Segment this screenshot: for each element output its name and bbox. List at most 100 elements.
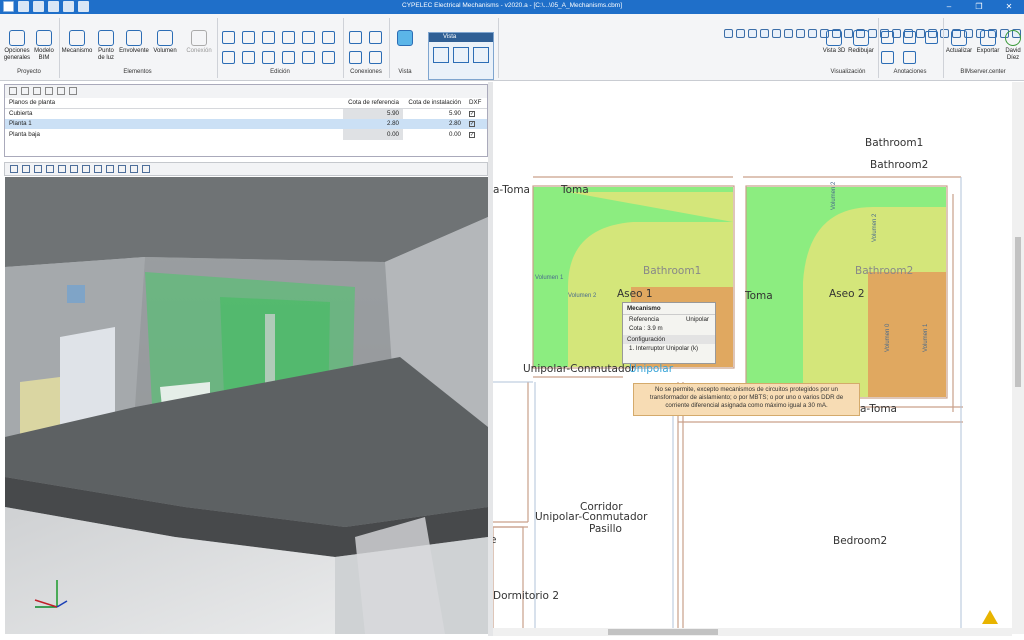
scroll-thumb[interactable]: [608, 629, 718, 635]
print-3d-icon[interactable]: [10, 165, 18, 173]
redibujar-button[interactable]: Redibujar: [847, 30, 875, 55]
col-header-dxf[interactable]: DXF: [465, 98, 487, 109]
stretch-icon[interactable]: [242, 51, 255, 64]
align-icon[interactable]: [322, 31, 335, 44]
maximize-button[interactable]: ❐: [964, 0, 994, 14]
opciones-generales-button[interactable]: Opciones generales: [2, 30, 32, 62]
edit-floor-icon[interactable]: [21, 87, 29, 95]
front-view-icon[interactable]: [82, 165, 90, 173]
connect-icon[interactable]: [349, 31, 362, 44]
axis-icon[interactable]: [34, 165, 42, 173]
floor-inst[interactable]: 5.90: [403, 108, 465, 119]
layers-3d-icon[interactable]: [22, 165, 30, 173]
annotation-icon[interactable]: [881, 31, 894, 44]
tool-icon[interactable]: [796, 29, 805, 38]
text-size-icon[interactable]: [881, 51, 894, 64]
tool-icon[interactable]: [808, 29, 817, 38]
tool-icon[interactable]: [772, 29, 781, 38]
mechanism-label[interactable]: Toma: [561, 184, 589, 196]
tool-icon[interactable]: [736, 29, 745, 38]
pan-icon[interactable]: [130, 165, 138, 173]
mechanism-label[interactable]: Unipolar-Conmutador: [535, 511, 647, 523]
orbit-icon[interactable]: [118, 165, 126, 173]
tool-icon[interactable]: [724, 29, 733, 38]
move-up-icon[interactable]: [57, 87, 65, 95]
scroll-thumb[interactable]: [1015, 237, 1021, 387]
group-conexiones: Conexiones: [350, 69, 382, 75]
dxf-checkbox[interactable]: ✓: [469, 111, 475, 117]
col-header-inst[interactable]: Cota de instalación: [403, 98, 465, 109]
top-view-icon[interactable]: [106, 165, 114, 173]
zoom-icon[interactable]: [142, 165, 150, 173]
rotate-icon[interactable]: [262, 31, 275, 44]
punto-de-luz-button[interactable]: Punto de luz: [94, 30, 118, 62]
table-row[interactable]: Planta baja 0.00 0.00 ✓: [5, 129, 487, 140]
pencil-icon[interactable]: [222, 31, 235, 44]
delete-floor-icon[interactable]: [45, 87, 53, 95]
side-view-icon[interactable]: [94, 165, 102, 173]
conexion-button[interactable]: Conexión: [183, 30, 215, 55]
exportar-button[interactable]: Exportar: [974, 30, 1002, 55]
node-icon[interactable]: [369, 31, 382, 44]
split-icon[interactable]: [282, 51, 295, 64]
dxf-checkbox[interactable]: ✓: [469, 121, 475, 128]
actualizar-button[interactable]: Actualizar: [945, 30, 973, 55]
tool-icon[interactable]: [784, 29, 793, 38]
mechanism-label[interactable]: Toma: [745, 290, 773, 302]
view-visibility-button[interactable]: [391, 30, 419, 48]
window-title: CYPELEC Electrical Mechanisms - v2020.a …: [402, 2, 622, 9]
floor-plan-view[interactable]: Bathroom1 Bathroom2 a-Toma Toma Bathroom…: [493, 82, 1017, 634]
frame-view-icon[interactable]: [453, 47, 469, 63]
mechanism-label[interactable]: Unipolar-Conmutador: [523, 363, 635, 375]
plan-view-icon[interactable]: [433, 47, 449, 63]
mechanism-label-selected[interactable]: Unipolar: [629, 363, 673, 375]
move-down-icon[interactable]: [69, 87, 77, 95]
disconnect-icon[interactable]: [349, 51, 362, 64]
mechanism-label[interactable]: a-Toma: [860, 403, 897, 415]
floor-inst[interactable]: 2.80: [403, 118, 465, 129]
new-floor-icon[interactable]: [9, 87, 17, 95]
table-row[interactable]: Planta 1 2.80 2.80 ✓: [5, 118, 487, 129]
mecanismo-button[interactable]: Mecanismo: [61, 30, 93, 55]
user-account-button[interactable]: David Díez: [1002, 30, 1024, 62]
modelo-bim-button[interactable]: Modelo BIM: [31, 30, 57, 62]
mechanism-label[interactable]: a-Toma: [493, 184, 530, 196]
col-header-name[interactable]: Planos de planta: [5, 98, 343, 109]
col-header-ref[interactable]: Cota de referencia: [343, 98, 403, 109]
3d-view-icon[interactable]: [473, 47, 489, 63]
vista-panel-title: Vista: [429, 33, 493, 42]
vertical-scrollbar[interactable]: [1012, 82, 1024, 634]
copy-floor-icon[interactable]: [33, 87, 41, 95]
horizontal-scrollbar[interactable]: [493, 628, 1012, 636]
search-annotation-icon[interactable]: [903, 31, 916, 44]
move-icon[interactable]: [242, 31, 255, 44]
undo-rotate-icon[interactable]: [262, 51, 275, 64]
delete-icon[interactable]: [322, 51, 335, 64]
3d-viewport[interactable]: [5, 177, 488, 634]
dxf-checkbox[interactable]: ✓: [469, 131, 475, 138]
warning-icon[interactable]: [982, 610, 998, 624]
edit-icon[interactable]: [222, 51, 235, 64]
eye-3d-icon[interactable]: [70, 165, 78, 173]
layers-icon[interactable]: [302, 31, 315, 44]
vista-3d-button[interactable]: Vista 3D: [820, 30, 848, 55]
tool-icon[interactable]: [760, 29, 769, 38]
dimension-icon[interactable]: [925, 31, 938, 44]
table-row[interactable]: Cubierta 5.90 5.90 ✓: [5, 108, 487, 119]
vista-panel: Vista: [428, 32, 494, 80]
floor-inst[interactable]: 0.00: [403, 129, 465, 140]
measure-icon[interactable]: [903, 51, 916, 64]
tooltip-config-label: Configuración: [623, 335, 715, 344]
tool-icon[interactable]: [916, 29, 925, 38]
copy-icon[interactable]: [302, 51, 315, 64]
envolvente-button[interactable]: Envolvente: [118, 30, 150, 55]
minimize-button[interactable]: –: [934, 0, 964, 14]
filter-icon[interactable]: [58, 165, 66, 173]
tool-icon[interactable]: [748, 29, 757, 38]
shield-icon[interactable]: [46, 165, 54, 173]
volumen-button[interactable]: Volumen: [151, 30, 179, 55]
close-button[interactable]: ✕: [994, 0, 1024, 14]
mirror-icon[interactable]: [282, 31, 295, 44]
reconnect-icon[interactable]: [369, 51, 382, 64]
mechanism-tooltip: Mecanismo Referencia Unipolar Cota : 3.9…: [622, 302, 716, 364]
